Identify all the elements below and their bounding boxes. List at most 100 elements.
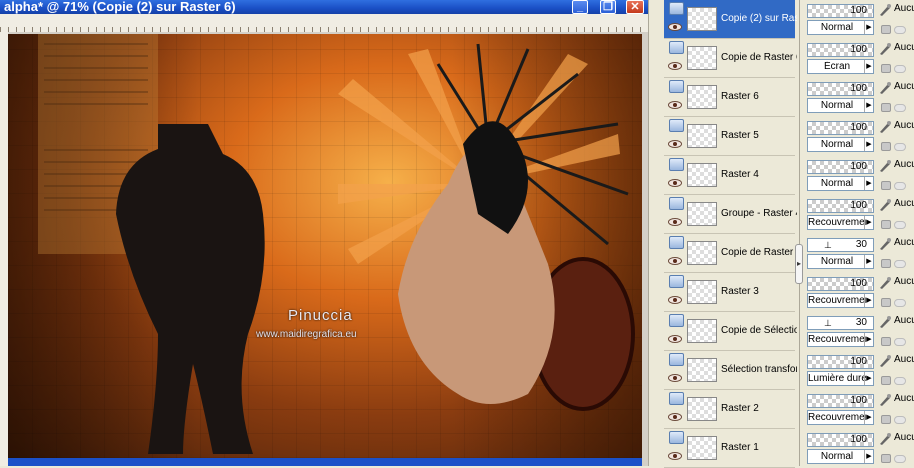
opacity-slider[interactable]: ⊥ 30 [807,316,874,330]
blend-mode-select[interactable]: Recouvrement▶ [807,410,874,425]
brush-icon[interactable] [878,354,892,368]
chevron-down-icon[interactable]: ▶ [864,60,873,73]
layer-row[interactable]: Raster 3 100 Recouvrement▶ Aucu [662,273,914,312]
layer-row[interactable]: Copie de Raster 6 100 Écran ▶ Aucu [662,39,914,78]
opacity-slider[interactable]: 100 [807,199,874,213]
opacity-slider[interactable]: 100 [807,121,874,135]
chevron-down-icon[interactable]: ▶ [864,255,873,268]
visibility-eye-icon[interactable] [668,62,682,70]
layer-name-cell[interactable]: Raster 2 [664,390,795,429]
collapse-arrow-button[interactable]: ▸ [795,244,803,284]
minimize-button[interactable]: _ [572,0,588,14]
lock-icon[interactable] [881,64,891,73]
brush-icon[interactable] [878,237,892,251]
chevron-down-icon[interactable]: ▶ [864,216,873,229]
blend-mode-select[interactable]: Recouvrement▶ [807,215,874,230]
visibility-eye-icon[interactable] [668,140,682,148]
blend-mode-select[interactable]: Lumière dure ▶ [807,371,874,386]
brush-icon[interactable] [878,198,892,212]
layer-row[interactable]: Raster 4 100 Normal ▶ Aucu [662,156,914,195]
image-canvas[interactable]: Pinuccia www.maidiregrafica.eu [8,34,642,458]
blend-mode-select[interactable]: Recouvrement▶ [807,293,874,308]
brush-icon[interactable] [878,120,892,134]
visibility-eye-icon[interactable] [668,374,682,382]
opacity-slider[interactable]: 100 [807,43,874,57]
visibility-eye-icon[interactable] [668,179,682,187]
chevron-down-icon[interactable]: ▶ [864,177,873,190]
blend-mode-select[interactable]: Écran ▶ [807,59,874,74]
lock-icon[interactable] [881,259,891,268]
blend-mode-select[interactable]: Normal ▶ [807,137,874,152]
brush-icon[interactable] [878,42,892,56]
link-icon[interactable] [894,338,906,346]
chevron-down-icon[interactable]: ▶ [864,138,873,151]
link-icon[interactable] [894,182,906,190]
link-icon[interactable] [894,377,906,385]
layer-row[interactable]: Raster 1 100 Normal ▶ Aucu [662,429,914,468]
document-titlebar[interactable]: alpha* @ 71% (Copie (2) sur Raster 6) _ … [0,0,648,14]
brush-icon[interactable] [878,432,892,446]
visibility-eye-icon[interactable] [668,413,682,421]
close-button[interactable]: ✕ [626,0,644,14]
lock-icon[interactable] [881,376,891,385]
layer-name-cell[interactable]: Groupe - Raster 4 [664,195,797,234]
lock-icon[interactable] [881,220,891,229]
layer-row[interactable]: Raster 6 100 Normal ▶ Aucu [662,78,914,117]
opacity-slider[interactable]: 100 [807,82,874,96]
brush-icon[interactable] [878,276,892,290]
lock-icon[interactable] [881,181,891,190]
layer-row[interactable]: Groupe - Raster 4 100 Recouvrement▶ Aucu [662,195,914,234]
lock-icon[interactable] [881,298,891,307]
layer-name-cell[interactable]: Raster 5 [664,117,795,156]
brush-icon[interactable] [878,3,892,17]
palette-splitter[interactable] [799,0,805,466]
chevron-down-icon[interactable]: ▶ [864,21,873,34]
chevron-down-icon[interactable]: ▶ [864,294,873,307]
link-icon[interactable] [894,143,906,151]
blend-mode-select[interactable]: Normal ▶ [807,254,874,269]
link-icon[interactable] [894,26,906,34]
chevron-down-icon[interactable]: ▶ [864,411,873,424]
visibility-eye-icon[interactable] [668,296,682,304]
visibility-eye-icon[interactable] [668,257,682,265]
lock-icon[interactable] [881,337,891,346]
lock-icon[interactable] [881,142,891,151]
brush-icon[interactable] [878,393,892,407]
layer-row[interactable]: Raster 2 100 Recouvrement▶ Aucu [662,390,914,429]
slider-thumb-icon[interactable]: ⊥ [824,240,832,251]
layer-name-cell[interactable]: Raster 3 [664,273,795,312]
lock-icon[interactable] [881,103,891,112]
slider-thumb-icon[interactable]: ⊥ [824,318,832,329]
opacity-slider[interactable]: 100 [807,277,874,291]
restore-button[interactable]: ❐ [600,0,616,14]
opacity-slider[interactable]: 100 [807,394,874,408]
lock-icon[interactable] [881,415,891,424]
layer-name-cell[interactable]: Sélection transform [664,351,797,390]
link-icon[interactable] [894,455,906,463]
layer-name-cell[interactable]: Copie de Sélection [664,312,797,351]
layer-name-cell[interactable]: Raster 6 [664,78,795,117]
blend-mode-select[interactable]: Normal ▶ [807,20,874,35]
link-icon[interactable] [894,65,906,73]
opacity-slider[interactable]: ⊥ 30 [807,238,874,252]
link-icon[interactable] [894,416,906,424]
link-icon[interactable] [894,104,906,112]
brush-icon[interactable] [878,159,892,173]
layer-name-cell[interactable]: Copie de Raster 6 [664,39,797,78]
opacity-slider[interactable]: 100 [807,4,874,18]
blend-mode-select[interactable]: Normal ▶ [807,449,874,464]
lock-icon[interactable] [881,25,891,34]
opacity-slider[interactable]: 100 [807,160,874,174]
blend-mode-select[interactable]: Recouvrement▶ [807,332,874,347]
blend-mode-select[interactable]: Normal ▶ [807,98,874,113]
layer-row[interactable]: Copie de Raster 3 ⊥ 30Normal ▶ Aucu [662,234,914,273]
brush-icon[interactable] [878,81,892,95]
layer-name-cell[interactable]: Raster 4 [664,156,795,195]
layer-name-cell[interactable]: Raster 1 [664,429,795,468]
chevron-down-icon[interactable]: ▶ [864,333,873,346]
visibility-eye-icon[interactable] [668,335,682,343]
layer-row[interactable]: Raster 5 100 Normal ▶ Aucu [662,117,914,156]
link-icon[interactable] [894,299,906,307]
layer-name-cell[interactable]: Copie de Raster 3 [664,234,797,273]
visibility-eye-icon[interactable] [668,452,682,460]
